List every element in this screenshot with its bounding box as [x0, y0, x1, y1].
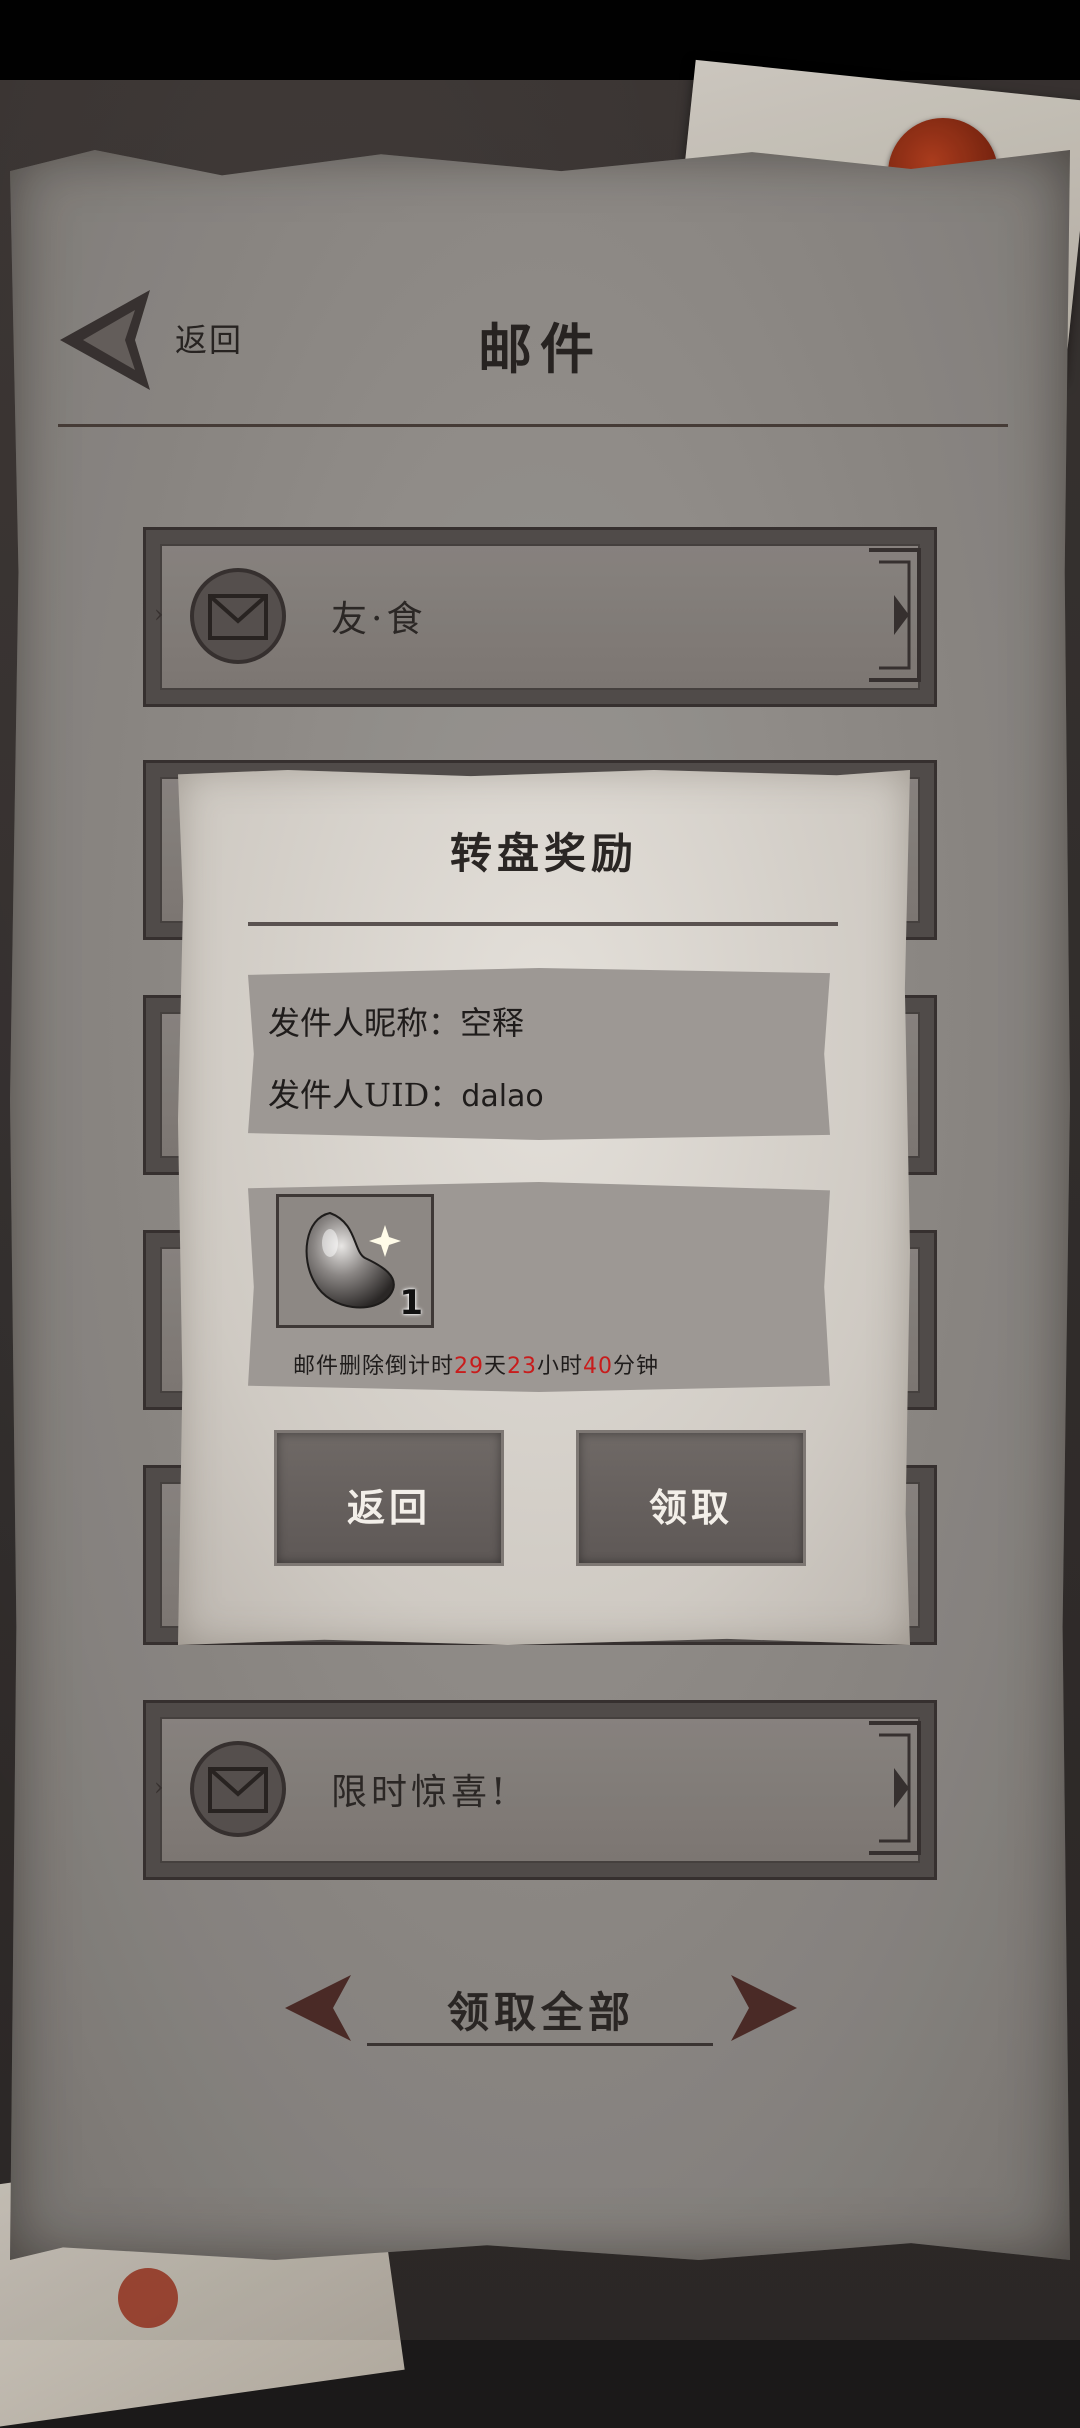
- claim-all-button[interactable]: 领取全部: [283, 1965, 799, 2075]
- reward-dialog: 转盘奖励 发件人昵称：空释 发件人UID：dalao 1 邮件删除倒计时29天2…: [178, 770, 910, 1645]
- claim-all-label: 领取全部: [446, 1988, 635, 2037]
- dialog-claim-label: 领取: [648, 1485, 733, 1530]
- sender-uid-label: 发件人UID：: [268, 1076, 462, 1114]
- countdown-prefix: 邮件删除倒计时: [293, 1354, 455, 1379]
- dialog-title: 转盘奖励: [449, 829, 638, 878]
- bean-icon: [305, 1211, 401, 1309]
- dialog-divider: [248, 922, 838, 926]
- countdown-days: 29: [454, 1354, 485, 1379]
- sender-uid-value: dalao: [461, 1079, 544, 1114]
- item-count: 1: [399, 1283, 423, 1323]
- countdown-minutes-unit: 分钟: [613, 1354, 660, 1379]
- sender-name-label: 发件人昵称：: [268, 1004, 461, 1042]
- countdown-minutes: 40: [583, 1354, 614, 1379]
- attachment-panel: 1 邮件删除倒计时29天23小时40分钟: [248, 1182, 830, 1392]
- countdown-hours: 23: [507, 1354, 538, 1379]
- delete-countdown: 邮件删除倒计时29天23小时40分钟: [293, 1348, 659, 1380]
- sender-name-value: 空释: [460, 1004, 525, 1042]
- dialog-back-button[interactable]: 返回: [274, 1430, 504, 1566]
- arrow-right-icon: [731, 1975, 797, 2041]
- countdown-days-unit: 天: [484, 1354, 508, 1379]
- sender-uid-row: 发件人UID：dalao: [268, 1070, 544, 1116]
- sender-name-row: 发件人昵称：空释: [268, 998, 524, 1044]
- dialog-back-label: 返回: [346, 1485, 431, 1530]
- claim-all-underline: [367, 2043, 713, 2046]
- dialog-claim-button[interactable]: 领取: [576, 1430, 806, 1566]
- countdown-hours-unit: 小时: [537, 1354, 584, 1379]
- sender-info: 发件人昵称：空释 发件人UID：dalao: [248, 968, 830, 1140]
- attachment-item-slot[interactable]: 1: [276, 1194, 434, 1328]
